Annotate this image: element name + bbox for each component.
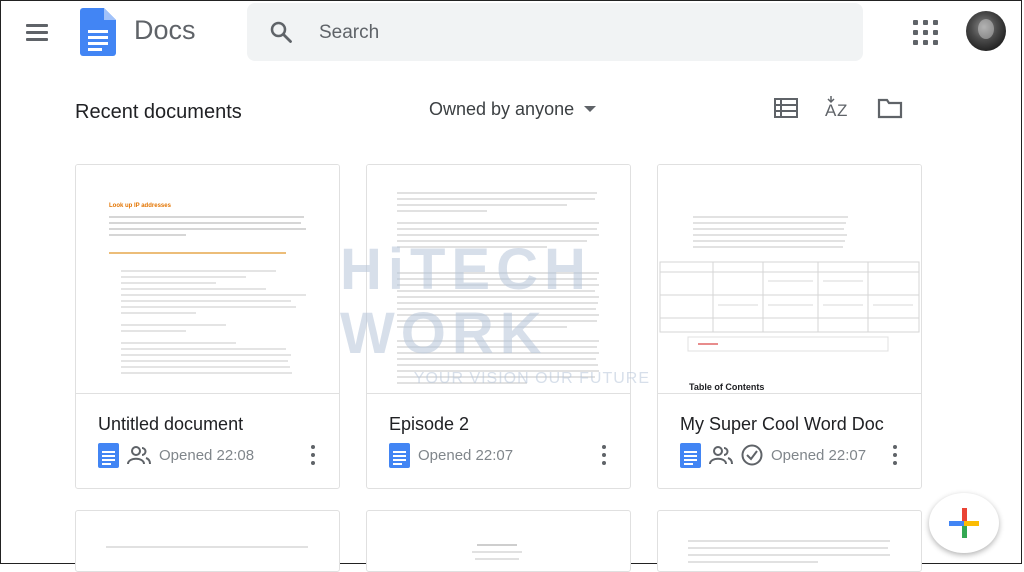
document-meta: Opened 22:07	[680, 442, 866, 468]
new-doc-plus-icon	[949, 508, 979, 538]
owner-filter-dropdown[interactable]: Owned by anyone	[429, 96, 597, 122]
document-thumbnail[interactable]: Table of Contents	[658, 165, 921, 394]
people-icon	[127, 446, 151, 465]
opened-time: Opened 22:07	[418, 446, 514, 464]
document-card[interactable]: Look up IP addresses Untitled document O…	[75, 164, 340, 489]
document-card[interactable]	[366, 510, 631, 572]
document-card[interactable]: Episode 2 Opened 22:07	[366, 164, 631, 489]
document-preview-lines	[688, 540, 890, 563]
document-title[interactable]: Untitled document	[98, 414, 243, 435]
document-meta: Opened 22:07	[389, 442, 513, 468]
folder-icon[interactable]	[876, 94, 904, 122]
main-menu-button[interactable]	[22, 18, 52, 48]
document-preview-lines	[109, 216, 306, 374]
owner-filter-label: Owned by anyone	[429, 98, 575, 119]
document-preview-lines	[106, 546, 308, 548]
section-title: Recent documents	[75, 101, 242, 123]
app-name[interactable]: Docs	[134, 15, 196, 46]
document-card[interactable]	[75, 510, 340, 572]
document-card[interactable]: Table of Contents My Super Cool Word Doc…	[657, 164, 922, 489]
docs-file-icon	[389, 442, 410, 468]
document-thumbnail[interactable]	[367, 165, 630, 394]
svg-text:A: A	[825, 101, 837, 120]
document-card[interactable]	[657, 510, 922, 572]
more-vert-icon[interactable]	[309, 445, 317, 467]
sort-az-icon[interactable]: A Z	[823, 94, 851, 122]
docs-file-icon	[680, 442, 701, 468]
list-view-icon[interactable]	[772, 94, 800, 122]
more-vert-icon[interactable]	[600, 445, 608, 467]
account-avatar[interactable]	[966, 11, 1006, 51]
preview-heading: Look up IP addresses	[109, 203, 171, 209]
svg-text:Z: Z	[837, 101, 847, 120]
document-preview-table	[659, 216, 920, 352]
docs-file-icon	[98, 442, 119, 468]
opened-time: Opened 22:07	[771, 446, 867, 464]
opened-time: Opened 22:08	[159, 446, 255, 464]
document-title[interactable]: Episode 2	[389, 414, 469, 435]
search-input[interactable]	[317, 17, 841, 49]
new-document-button[interactable]	[929, 493, 999, 553]
more-vert-icon[interactable]	[891, 445, 899, 467]
document-thumbnail[interactable]: Look up IP addresses	[76, 165, 339, 394]
preview-heading: Table of Contents	[689, 382, 765, 392]
search-bar[interactable]	[247, 3, 863, 61]
docs-logo-icon[interactable]	[80, 8, 116, 56]
document-meta: Opened 22:08	[98, 442, 254, 468]
check-circle-icon	[741, 444, 763, 466]
document-title[interactable]: My Super Cool Word Doc	[680, 414, 884, 435]
search-icon[interactable]	[269, 20, 293, 44]
apps-grid-icon[interactable]	[913, 20, 939, 46]
document-preview-lines	[472, 544, 522, 560]
people-icon	[709, 446, 733, 465]
document-preview-lines	[397, 192, 599, 384]
app-header: Docs	[0, 0, 1024, 66]
menu-icon	[26, 24, 48, 27]
chevron-down-icon	[584, 106, 597, 112]
